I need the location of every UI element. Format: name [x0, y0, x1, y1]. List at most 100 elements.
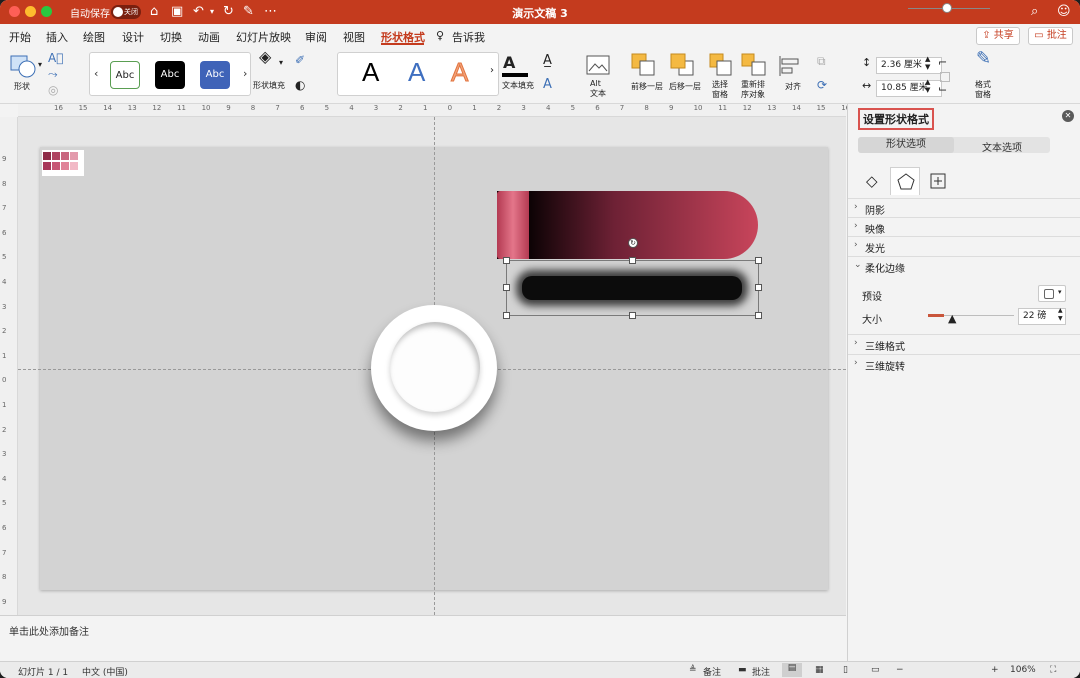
- width-stepper[interactable]: ▲ ▼: [925, 78, 930, 94]
- palette-swatch[interactable]: [43, 152, 51, 160]
- shape-effects-icon[interactable]: ◐: [295, 79, 305, 91]
- reorder-objects-icon[interactable]: [741, 53, 767, 77]
- resize-handle-b[interactable]: [629, 312, 636, 319]
- edit-shape-icon[interactable]: ⤳: [48, 68, 58, 80]
- crop-bottom-icon[interactable]: ⌙: [938, 83, 947, 94]
- section-soft-edges[interactable]: ⌄ 柔化边缘: [848, 256, 1080, 275]
- slideshow-view-icon[interactable]: ▭: [871, 665, 880, 675]
- resize-handle-t[interactable]: [629, 257, 636, 264]
- preset-dropdown[interactable]: ▾: [1038, 285, 1066, 302]
- tab-slideshow[interactable]: 幻灯片放映: [236, 29, 291, 45]
- bring-forward-icon[interactable]: [631, 53, 657, 77]
- palette-swatch[interactable]: [70, 162, 78, 170]
- shape-fill-dropdown-icon[interactable]: ▾: [279, 58, 283, 68]
- wordart-more-icon[interactable]: ›: [490, 66, 494, 76]
- resize-handle-br[interactable]: [755, 312, 762, 319]
- tab-view[interactable]: 视图: [343, 29, 365, 45]
- crop-icon[interactable]: ⌐: [938, 57, 947, 68]
- wordart-black[interactable]: A: [362, 57, 379, 88]
- size-slider-fill[interactable]: [928, 314, 944, 317]
- alt-text-icon[interactable]: [586, 55, 610, 77]
- tab-draw[interactable]: 绘图: [83, 29, 105, 45]
- slide-sorter-icon[interactable]: ▦: [815, 665, 824, 675]
- section-shadow[interactable]: › 阴影: [848, 198, 1080, 217]
- style-fill-blue[interactable]: Abc: [200, 61, 230, 89]
- zoom-out-icon[interactable]: −: [896, 665, 904, 675]
- shape-outline-icon[interactable]: ✐: [295, 54, 305, 66]
- align-icon[interactable]: [778, 55, 802, 77]
- palette-swatch[interactable]: [61, 152, 69, 160]
- section-glow[interactable]: › 发光: [848, 236, 1080, 255]
- color-palette[interactable]: [42, 150, 84, 176]
- tab-design[interactable]: 设计: [122, 29, 144, 45]
- zoom-in-icon[interactable]: +: [991, 665, 999, 675]
- tab-shape-options[interactable]: 形状选项: [858, 137, 954, 153]
- wordart-blue[interactable]: A: [408, 57, 425, 88]
- merge-shapes-icon[interactable]: ◎: [48, 84, 58, 96]
- resize-handle-tr[interactable]: [755, 257, 762, 264]
- selection-pane-icon[interactable]: [709, 53, 733, 77]
- palette-swatch[interactable]: [70, 152, 78, 160]
- language-indicator[interactable]: 中文 (中国): [82, 665, 128, 678]
- fit-slide-icon[interactable]: ⛶: [1050, 665, 1056, 675]
- comments-toggle-label[interactable]: 批注: [752, 665, 770, 678]
- palette-swatch[interactable]: [52, 162, 60, 170]
- tab-home[interactable]: 开始: [9, 29, 31, 45]
- style-outline-green[interactable]: Abc: [110, 61, 140, 89]
- shape-width-input[interactable]: 10.85 厘米: [876, 80, 942, 97]
- style-fill-black[interactable]: Abc: [155, 61, 185, 89]
- account-icon[interactable]: ☺: [1057, 4, 1071, 20]
- section-3d-rotation[interactable]: › 三维旋转: [848, 354, 1080, 373]
- shape-height-input[interactable]: 2.36 厘米: [876, 57, 942, 74]
- reading-view-icon[interactable]: ▯: [843, 665, 848, 675]
- send-backward-icon[interactable]: [670, 53, 696, 77]
- tab-review[interactable]: 审阅: [305, 29, 327, 45]
- zoom-slider-knob[interactable]: [942, 3, 952, 13]
- resize-handle-r[interactable]: [755, 284, 762, 291]
- share-button[interactable]: ⇪ 共享: [976, 27, 1020, 45]
- text-box-icon[interactable]: A⃞: [48, 52, 63, 64]
- resize-handle-bl[interactable]: [503, 312, 510, 319]
- shapes-icon[interactable]: [9, 54, 39, 80]
- size-properties-tab[interactable]: [923, 167, 953, 195]
- section-3d-format[interactable]: › 三维格式: [848, 334, 1080, 353]
- palette-swatch[interactable]: [43, 162, 51, 170]
- fill-line-tab[interactable]: ◇: [859, 167, 889, 195]
- comments-toggle-icon[interactable]: ▬: [738, 665, 747, 675]
- rotate-icon[interactable]: ⟳: [817, 79, 827, 91]
- text-effects-icon[interactable]: A: [543, 78, 552, 91]
- plate-inner-circle[interactable]: [390, 322, 480, 412]
- shape-fill-icon[interactable]: ◈: [259, 49, 271, 65]
- comments-button[interactable]: ▭ 批注: [1028, 27, 1073, 45]
- gallery-prev-icon[interactable]: ‹: [94, 67, 98, 80]
- notes-area[interactable]: 单击此处添加备注: [0, 615, 846, 661]
- effects-tab[interactable]: [890, 167, 920, 195]
- height-stepper[interactable]: ▲ ▼: [925, 55, 930, 71]
- palette-swatch[interactable]: [61, 162, 69, 170]
- tab-animations[interactable]: 动画: [198, 29, 220, 45]
- resize-handle-l[interactable]: [503, 284, 510, 291]
- palette-swatch[interactable]: [52, 152, 60, 160]
- resize-handle-tl[interactable]: [503, 257, 510, 264]
- search-icon[interactable]: ⌕: [1031, 4, 1038, 20]
- tab-insert[interactable]: 插入: [46, 29, 68, 45]
- close-pane-icon[interactable]: ✕: [1062, 110, 1074, 122]
- format-pane-icon[interactable]: ✎: [976, 50, 991, 68]
- group-icon[interactable]: ⧉: [817, 55, 826, 67]
- gallery-next-icon[interactable]: ›: [243, 67, 247, 80]
- notes-toggle-label[interactable]: 备注: [703, 665, 721, 678]
- gradient-bar-shape[interactable]: [497, 191, 758, 259]
- notes-toggle-icon[interactable]: ≜: [689, 665, 697, 675]
- tab-text-options[interactable]: 文本选项: [954, 139, 1050, 154]
- tell-me-box[interactable]: 告诉我: [452, 29, 485, 45]
- size-stepper[interactable]: ▲ ▼: [1058, 307, 1063, 323]
- bar-cap-shape[interactable]: [497, 191, 529, 259]
- normal-view-icon[interactable]: ▤: [782, 663, 802, 677]
- lock-aspect-icon[interactable]: [940, 72, 950, 82]
- rotate-handle-icon[interactable]: ↻: [628, 238, 638, 248]
- text-outline-icon[interactable]: A̲: [543, 54, 552, 67]
- shapes-dropdown-icon[interactable]: ▾: [38, 60, 42, 70]
- section-reflection[interactable]: › 映像: [848, 217, 1080, 236]
- wordart-orange[interactable]: A: [450, 57, 468, 88]
- zoom-level[interactable]: 106%: [1010, 665, 1036, 675]
